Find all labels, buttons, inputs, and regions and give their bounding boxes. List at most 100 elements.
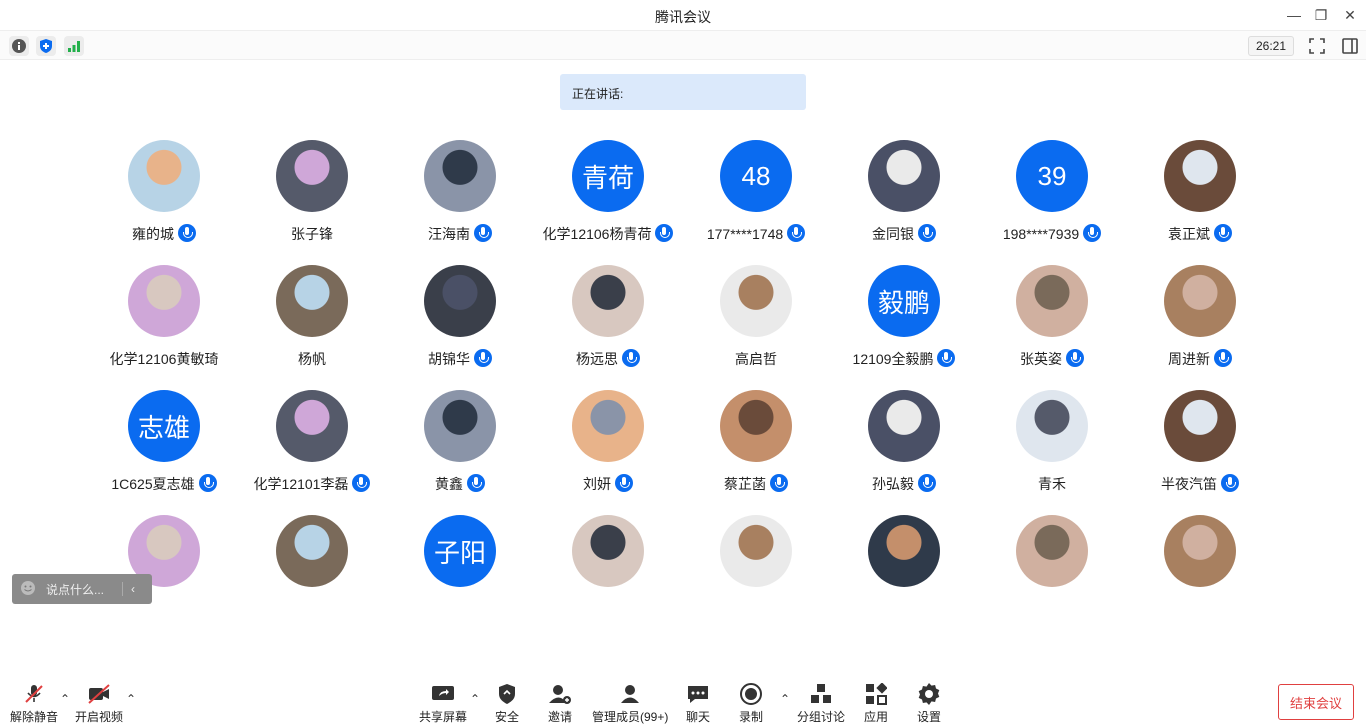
audio-options-icon[interactable]: ⌃	[60, 692, 70, 706]
bottom-control-bar: 解除静音 ⌃ 开启视频 ⌃ 共享屏幕 ⌃ 安全 邀请 管理成员(99+) 聊天 …	[0, 668, 1366, 728]
info-icon[interactable]	[9, 36, 29, 56]
share-options-icon[interactable]: ⌃	[470, 692, 480, 706]
members-label: 管理成员(99+)	[592, 710, 669, 724]
participant-tile[interactable]: 杨帆	[238, 265, 386, 390]
minimize-icon[interactable]: —	[1284, 5, 1304, 25]
signal-icon[interactable]	[64, 36, 84, 56]
avatar	[1016, 265, 1088, 337]
collapse-chat-icon[interactable]: ‹	[122, 582, 135, 596]
avatar	[276, 140, 348, 212]
mic-icon	[1214, 349, 1232, 367]
participant-name: 半夜汽笛	[1106, 474, 1294, 494]
record-button[interactable]: 录制	[739, 682, 763, 725]
avatar	[276, 515, 348, 587]
invite-label: 邀请	[548, 710, 573, 724]
chat-quick-input[interactable]: 说点什么... ‹	[12, 574, 152, 604]
participant-tile[interactable]: 刘妍	[534, 390, 682, 515]
participant-tile[interactable]	[978, 515, 1126, 600]
video-options-icon[interactable]: ⌃	[126, 692, 136, 706]
participant-tile[interactable]: 张英姿	[978, 265, 1126, 390]
avatar	[868, 390, 940, 462]
unmute-button[interactable]: 解除静音	[10, 682, 58, 725]
meeting-toolbar: 26:21	[0, 30, 1366, 60]
participant-name-text: 张子锋	[291, 226, 333, 242]
participant-tile[interactable]: 志雄 1C625夏志雄	[90, 390, 238, 515]
participant-tile[interactable]	[830, 515, 978, 600]
sidebar-toggle-icon[interactable]	[1340, 36, 1360, 56]
participant-name: 周进新	[1106, 349, 1294, 369]
participant-tile[interactable]: 胡锦华	[386, 265, 534, 390]
chat-placeholder[interactable]: 说点什么...	[46, 581, 116, 598]
participant-tile[interactable]: 袁正斌	[1126, 140, 1274, 265]
avatar	[868, 140, 940, 212]
avatar: 志雄	[128, 390, 200, 462]
participant-name-text: 高启哲	[735, 351, 777, 367]
breakout-button[interactable]: 分组讨论	[797, 682, 845, 725]
participant-tile[interactable]: 孙弘毅	[830, 390, 978, 515]
participant-tile[interactable]: 金同银	[830, 140, 978, 265]
participant-tile[interactable]	[534, 515, 682, 600]
end-meeting-button[interactable]: 结束会议	[1278, 684, 1354, 720]
participant-name-text: 张英姿	[1020, 351, 1062, 367]
add-person-icon	[548, 682, 572, 706]
mic-icon	[198, 474, 217, 492]
participant-tile[interactable]: 杨远思	[534, 265, 682, 390]
avatar	[1016, 390, 1088, 462]
participant-tile[interactable]	[238, 515, 386, 600]
apps-button[interactable]: 应用	[864, 682, 888, 725]
participant-tile[interactable]: 半夜汽笛	[1126, 390, 1274, 515]
chat-button[interactable]: 聊天	[686, 682, 710, 725]
participant-name-text: 12109全毅鹏	[852, 351, 934, 367]
avatar: 青荷	[572, 140, 644, 212]
title-bar: 腾讯会议 — ❐ ✕	[0, 0, 1366, 30]
participant-tile[interactable]: 青荷化学12106杨青荷	[534, 140, 682, 265]
participant-tile[interactable]: 39 198****7939	[978, 140, 1126, 265]
participant-tile[interactable]: 高启哲	[682, 265, 830, 390]
start-video-button[interactable]: 开启视频	[75, 682, 123, 725]
mic-icon	[918, 224, 936, 242]
share-screen-button[interactable]: 共享屏幕	[419, 682, 467, 725]
record-options-icon[interactable]: ⌃	[780, 692, 790, 706]
manage-members-button[interactable]: 管理成员(99+)	[592, 682, 668, 725]
shield-icon[interactable]	[36, 36, 56, 56]
video-off-icon	[87, 682, 111, 706]
participant-tile[interactable]: 周进新	[1126, 265, 1274, 390]
participant-name-text: 胡锦华	[428, 351, 470, 367]
avatar	[1164, 140, 1236, 212]
close-icon[interactable]: ✕	[1340, 5, 1360, 25]
avatar	[720, 265, 792, 337]
participant-name-text: 化学12106杨青荷	[542, 226, 652, 242]
participant-tile[interactable]: 汪海南	[386, 140, 534, 265]
restore-icon[interactable]: ❐	[1311, 5, 1331, 25]
participant-tile[interactable]: 黄鑫	[386, 390, 534, 515]
avatar	[572, 265, 644, 337]
settings-button[interactable]: 设置	[917, 682, 941, 725]
participant-tile[interactable]: 化学12101李磊	[238, 390, 386, 515]
fullscreen-icon[interactable]	[1307, 36, 1327, 56]
participant-name-text: 化学12106黄敏琦	[109, 351, 219, 367]
avatar	[868, 515, 940, 587]
mic-icon	[178, 224, 196, 242]
participant-tile[interactable]: 雍的城	[90, 140, 238, 265]
mic-icon	[918, 474, 936, 492]
participant-tile[interactable]: 48 177****1748	[682, 140, 830, 265]
window-title: 腾讯会议	[655, 9, 711, 25]
participant-tile[interactable]: 子阳	[386, 515, 534, 600]
participant-tile[interactable]: 化学12106黄敏琦	[90, 265, 238, 390]
gear-icon	[917, 682, 941, 706]
participant-tile[interactable]: 青禾	[978, 390, 1126, 515]
avatar	[1016, 515, 1088, 587]
participant-tile[interactable]: 蔡芷菡	[682, 390, 830, 515]
avatar	[128, 265, 200, 337]
participant-tile[interactable]	[682, 515, 830, 600]
avatar	[276, 265, 348, 337]
participant-name-text: 金同银	[872, 226, 914, 242]
emoji-icon[interactable]	[20, 580, 36, 599]
participant-tile[interactable]	[1126, 515, 1274, 600]
invite-button[interactable]: 邀请	[548, 682, 572, 725]
mic-icon	[467, 474, 485, 492]
security-button[interactable]: 安全	[495, 682, 519, 725]
participant-tile[interactable]: 张子锋	[238, 140, 386, 265]
participant-name-text: 汪海南	[428, 226, 470, 242]
participant-tile[interactable]: 毅鹏 12109全毅鹏	[830, 265, 978, 390]
